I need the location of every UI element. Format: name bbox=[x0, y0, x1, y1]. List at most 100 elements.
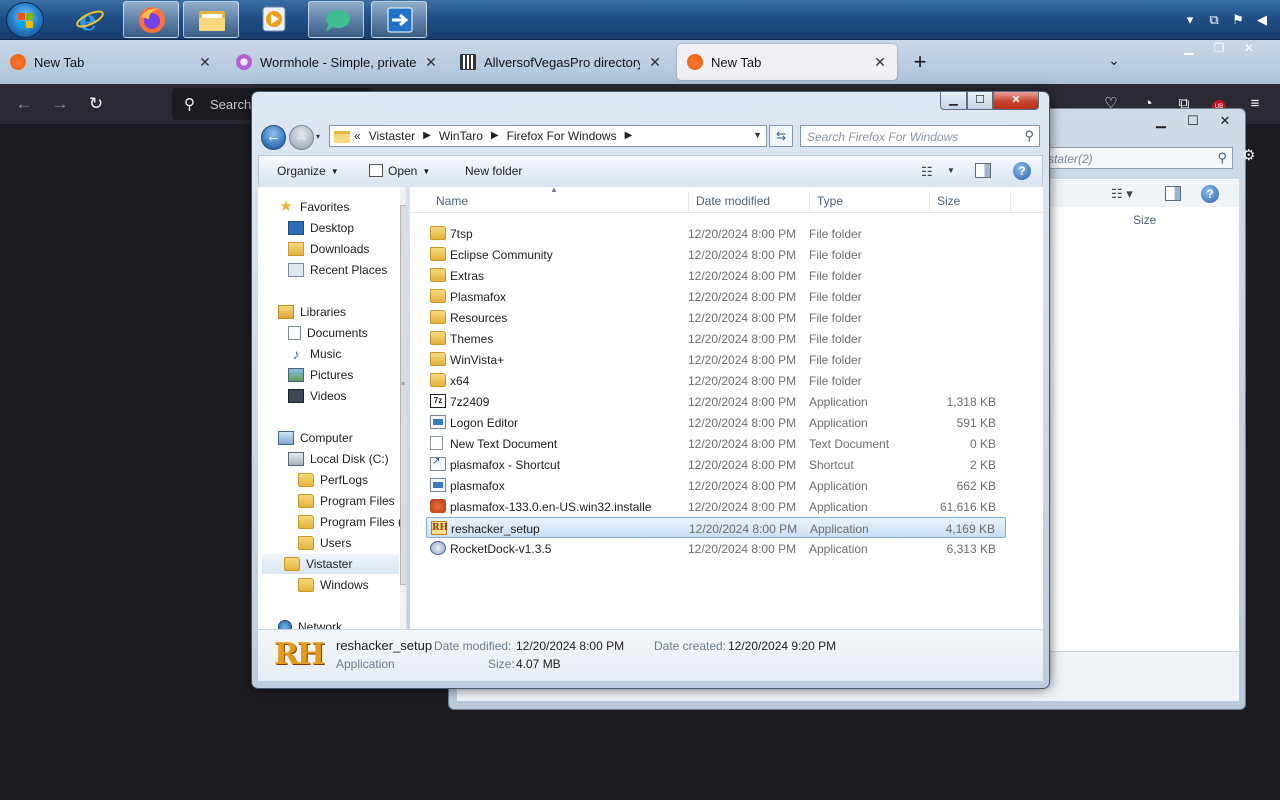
tab-new-tab-2[interactable]: New Tab ✕ bbox=[677, 44, 897, 80]
chevron-right-icon[interactable]: ▶ bbox=[491, 129, 499, 143]
recent-pages-dropdown[interactable]: ▾ bbox=[316, 132, 326, 142]
menu-icon[interactable]: ≡ bbox=[1245, 94, 1265, 114]
column-divider[interactable] bbox=[929, 191, 930, 211]
preview-pane-icon[interactable] bbox=[975, 163, 991, 178]
close-icon[interactable]: ✕ bbox=[1211, 113, 1239, 131]
forward-arrow-icon[interactable]: → bbox=[50, 94, 70, 114]
nav-windows[interactable]: Windows bbox=[298, 575, 369, 595]
close-icon[interactable]: ✕ bbox=[873, 54, 887, 71]
column-date-modified[interactable]: Date modified bbox=[696, 194, 770, 208]
nav-libraries[interactable]: Libraries bbox=[278, 302, 346, 322]
chevron-up-icon[interactable]: ▾ bbox=[1182, 12, 1198, 28]
maximize-button[interactable]: ☐ bbox=[967, 91, 993, 110]
close-button[interactable]: ✕ bbox=[993, 91, 1039, 110]
chevron-right-icon[interactable]: ▶ bbox=[423, 129, 431, 143]
breadcrumb-wintaro[interactable]: WinTaro bbox=[439, 129, 483, 143]
taskbar-remote-app[interactable] bbox=[371, 1, 427, 38]
new-tab-button[interactable]: + bbox=[908, 50, 932, 74]
minimize-icon[interactable]: ▁ bbox=[1147, 113, 1175, 131]
file-row[interactable]: plasmafox-133.0.en-US.win32.installe 12/2… bbox=[426, 496, 1006, 517]
close-icon[interactable]: ✕ bbox=[648, 54, 662, 71]
tab-wormhole[interactable]: Wormhole - Simple, private file ✕ bbox=[226, 44, 448, 80]
taskbar-firefox[interactable] bbox=[123, 1, 179, 38]
scrollbar-thumb[interactable] bbox=[400, 205, 406, 585]
view-icon[interactable]: ☷ ▾ bbox=[1111, 186, 1133, 202]
settings-icon[interactable]: ⚙ bbox=[1242, 146, 1255, 164]
chevron-down-icon[interactable]: ▼ bbox=[947, 166, 955, 175]
column-type[interactable]: Type bbox=[817, 194, 843, 208]
mute-icon[interactable]: ◀ bbox=[1254, 12, 1270, 28]
explorer-window[interactable]: ▁ ☐ ✕ ← → ▾ « Vistaster ▶ WinTaro ▶ Fire… bbox=[251, 91, 1050, 689]
file-row[interactable]: Extras 12/20/2024 8:00 PM File folder bbox=[426, 265, 1006, 286]
nav-program-files-x86[interactable]: Program Files ( bbox=[298, 512, 402, 532]
address-bar[interactable]: « Vistaster ▶ WinTaro ▶ Firefox For Wind… bbox=[329, 125, 767, 147]
chevron-down-icon[interactable]: ▼ bbox=[753, 130, 762, 140]
minimize-button[interactable]: ▁ bbox=[940, 91, 967, 110]
tab-new-tab-1[interactable]: New Tab ✕ bbox=[0, 44, 222, 80]
taskbar-internet-explorer[interactable]: e bbox=[62, 1, 118, 38]
bg-search-input[interactable]: stater(2) ⚲ bbox=[1039, 147, 1233, 169]
nav-recent-places[interactable]: Recent Places bbox=[288, 260, 387, 280]
back-button[interactable]: ← bbox=[261, 125, 286, 150]
network-icon[interactable]: ⧉ bbox=[1206, 12, 1222, 28]
column-size[interactable]: Size bbox=[937, 194, 960, 208]
breadcrumb-vistaster[interactable]: Vistaster bbox=[369, 129, 415, 143]
file-row[interactable]: Eclipse Community 12/20/2024 8:00 PM File … bbox=[426, 244, 1006, 265]
file-row[interactable]: plasmafox 12/20/2024 8:00 PM Application 66… bbox=[426, 475, 1006, 496]
nav-favorites[interactable]: ★ Favorites bbox=[278, 197, 349, 217]
nav-scrollbar[interactable]: ≡ bbox=[400, 187, 406, 629]
minimize-icon[interactable]: ▁ bbox=[1174, 42, 1204, 56]
nav-local-disk[interactable]: Local Disk (C:) bbox=[288, 449, 389, 469]
reload-icon[interactable]: ↻ bbox=[86, 94, 106, 114]
search-input[interactable]: Search Firefox For Windows ⚲ bbox=[800, 125, 1040, 147]
flag-icon[interactable]: ⚑ bbox=[1230, 12, 1246, 28]
nav-videos[interactable]: Videos bbox=[288, 386, 346, 406]
maximize-icon[interactable]: ❐ bbox=[1204, 42, 1234, 56]
nav-documents[interactable]: Documents bbox=[288, 323, 368, 343]
open-button[interactable]: Open ▼ bbox=[369, 164, 430, 178]
nav-program-files[interactable]: Program Files bbox=[298, 491, 395, 511]
nav-pictures[interactable]: Pictures bbox=[288, 365, 353, 385]
file-row[interactable]: Logon Editor 12/20/2024 8:00 PM Applicatio… bbox=[426, 412, 1006, 433]
organize-button[interactable]: Organize ▼ bbox=[277, 164, 339, 178]
file-row[interactable]: Themes 12/20/2024 8:00 PM File folder bbox=[426, 328, 1006, 349]
nav-perflogs[interactable]: PerfLogs bbox=[298, 470, 368, 490]
file-row[interactable]: New Text Document 12/20/2024 8:00 PM Text … bbox=[426, 433, 1006, 454]
taskbar-media-player[interactable] bbox=[246, 1, 302, 38]
new-folder-button[interactable]: New folder bbox=[465, 164, 522, 178]
close-icon[interactable]: ✕ bbox=[424, 54, 438, 71]
chevron-right-icon[interactable]: ▶ bbox=[625, 129, 633, 143]
file-row[interactable]: WinVista+ 12/20/2024 8:00 PM File folder bbox=[426, 349, 1006, 370]
breadcrumb-firefox-for-windows[interactable]: Firefox For Windows bbox=[507, 129, 617, 143]
close-icon[interactable]: ✕ bbox=[1234, 42, 1264, 56]
tab-directory-listing[interactable]: AllversofVegasPro directory listi ✕ bbox=[450, 44, 672, 80]
file-row[interactable]: RH reshacker_setup 12/20/2024 8:00 PM Appli… bbox=[426, 517, 1006, 538]
file-row[interactable]: Resources 12/20/2024 8:00 PM File folder bbox=[426, 307, 1006, 328]
file-row[interactable]: 7tsp 12/20/2024 8:00 PM File folder bbox=[426, 223, 1006, 244]
nav-vistaster[interactable]: Vistaster bbox=[262, 554, 399, 574]
nav-downloads[interactable]: Downloads bbox=[288, 239, 369, 259]
file-row[interactable]: RocketDock-v1.3.5 12/20/2024 8:00 PM Appli… bbox=[426, 538, 1006, 559]
column-divider[interactable] bbox=[688, 191, 689, 211]
nav-network[interactable]: Network bbox=[278, 617, 342, 629]
nav-computer[interactable]: Computer bbox=[278, 428, 353, 448]
nav-users[interactable]: Users bbox=[298, 533, 351, 553]
taskbar-chat-app[interactable] bbox=[308, 1, 364, 38]
column-name[interactable]: Name bbox=[436, 194, 468, 208]
preview-pane-icon[interactable] bbox=[1165, 186, 1181, 201]
file-row[interactable]: x64 12/20/2024 8:00 PM File folder bbox=[426, 370, 1006, 391]
taskbar-file-explorer[interactable] bbox=[183, 1, 239, 38]
nav-music[interactable]: ♪ Music bbox=[288, 344, 342, 364]
start-button[interactable] bbox=[6, 2, 44, 38]
close-icon[interactable]: ✕ bbox=[198, 54, 212, 71]
view-icon[interactable]: ☷ bbox=[921, 164, 933, 180]
nav-desktop[interactable]: Desktop bbox=[288, 218, 354, 238]
column-divider[interactable] bbox=[1010, 191, 1011, 211]
maximize-icon[interactable]: ☐ bbox=[1179, 113, 1207, 131]
file-row[interactable]: Plasmafox 12/20/2024 8:00 PM File folder bbox=[426, 286, 1006, 307]
forward-button[interactable]: → bbox=[289, 125, 314, 150]
file-row[interactable]: plasmafox - Shortcut 12/20/2024 8:00 PM Sh… bbox=[426, 454, 1006, 475]
back-arrow-icon[interactable]: ← bbox=[14, 94, 34, 114]
bg-size-header[interactable]: Size bbox=[1133, 213, 1156, 227]
breadcrumb-overflow[interactable]: « bbox=[354, 129, 361, 143]
